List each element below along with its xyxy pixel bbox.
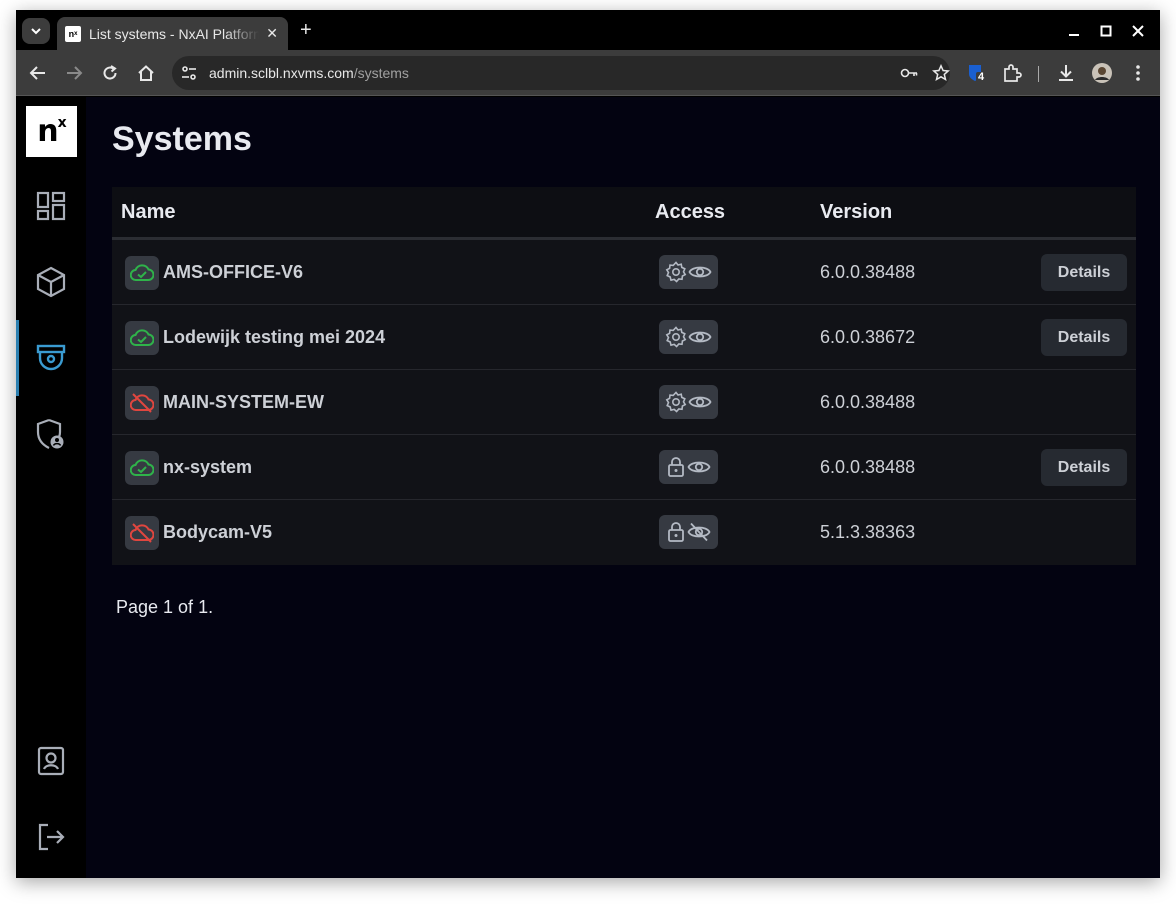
profile-avatar[interactable] <box>1091 62 1113 84</box>
system-version: 6.0.0.38488 <box>820 262 916 282</box>
details-button[interactable]: Details <box>1041 319 1127 356</box>
page-title: Systems <box>112 120 252 158</box>
logo-text: nx <box>37 114 67 149</box>
access-badge <box>659 515 718 549</box>
extension-shield-icon[interactable]: 4 <box>966 62 988 84</box>
home-icon[interactable] <box>134 61 158 85</box>
access-badge <box>659 255 718 289</box>
table-header: Name Access Version <box>112 187 1136 240</box>
table-row[interactable]: AMS-OFFICE-V6 6.0.0.38488 Details <box>112 240 1136 305</box>
sidebar-item-profile[interactable] <box>16 723 86 799</box>
cloud-offline-icon <box>125 386 159 420</box>
nx-logo[interactable]: nx <box>26 106 77 157</box>
tab-search-button[interactable] <box>22 18 50 44</box>
new-tab-button[interactable]: + <box>300 20 312 40</box>
key-icon[interactable] <box>900 64 918 82</box>
logo-sup: x <box>57 115 67 131</box>
url-text: admin.sclbl.nxvms.com/systems <box>209 65 409 81</box>
camera-icon <box>36 344 66 371</box>
url-path: /systems <box>353 65 409 81</box>
reload-icon[interactable] <box>98 61 122 85</box>
close-tab-icon[interactable]: ✕ <box>266 25 278 42</box>
back-icon[interactable] <box>26 61 50 85</box>
lock-icon <box>668 522 684 542</box>
app-content: nx Systems Name Access Version AMS-OFFIC… <box>16 97 1160 878</box>
toolbar-divider <box>1038 66 1039 82</box>
browser-menu-icon[interactable] <box>1127 62 1149 84</box>
chevron-down-icon <box>31 28 41 35</box>
url-host: admin.sclbl.nxvms.com <box>209 65 354 81</box>
maximize-icon[interactable] <box>1090 18 1122 44</box>
extensions-puzzle-icon[interactable] <box>1001 62 1023 84</box>
system-name[interactable]: nx-system <box>163 457 252 478</box>
logo-letter: n <box>37 114 58 149</box>
table-row[interactable]: Lodewijk testing mei 2024 6.0.0.38672 De… <box>112 305 1136 370</box>
cloud-online-icon <box>125 321 159 355</box>
table-row[interactable]: MAIN-SYSTEM-EW 6.0.0.38488 <box>112 370 1136 435</box>
eye-off-icon <box>687 522 711 542</box>
system-name[interactable]: Bodycam-V5 <box>163 522 272 543</box>
details-button[interactable]: Details <box>1041 254 1127 291</box>
tab-title: List systems - NxAI Platform <box>89 25 259 42</box>
star-icon[interactable] <box>932 64 950 82</box>
sidebar-item-dashboard[interactable] <box>16 168 86 244</box>
system-version: 5.1.3.38363 <box>820 522 916 542</box>
cube-icon <box>36 266 66 298</box>
tab-favicon: nˣ <box>65 25 81 42</box>
table-row[interactable]: Bodycam-V5 5.1.3.38363 <box>112 500 1136 565</box>
close-window-icon[interactable] <box>1122 18 1154 44</box>
sidebar-item-logout[interactable] <box>16 799 86 875</box>
gear-icon <box>665 391 687 413</box>
extension-badge: 4 <box>978 71 985 83</box>
system-version: 6.0.0.38488 <box>820 392 916 412</box>
details-button[interactable]: Details <box>1041 449 1127 486</box>
browser-window: nˣ List systems - NxAI Platform ✕ + admi… <box>16 10 1160 878</box>
logout-icon <box>38 823 65 851</box>
download-icon[interactable] <box>1055 62 1077 84</box>
cloud-online-icon <box>125 256 159 290</box>
system-name[interactable]: AMS-OFFICE-V6 <box>163 262 303 283</box>
column-header-name[interactable]: Name <box>121 201 175 224</box>
access-badge <box>659 385 718 419</box>
address-bar[interactable]: admin.sclbl.nxvms.com/systems <box>172 56 950 90</box>
gear-icon <box>665 326 687 348</box>
title-bar: nˣ List systems - NxAI Platform ✕ + <box>16 10 1160 50</box>
systems-table: Name Access Version AMS-OFFICE-V6 6.0.0.… <box>112 187 1136 565</box>
access-badge <box>659 320 718 354</box>
lock-icon <box>668 457 684 477</box>
system-version: 6.0.0.38488 <box>820 457 916 477</box>
site-info-icon[interactable] <box>180 64 198 82</box>
cloud-online-icon <box>125 451 159 485</box>
access-badge <box>659 450 718 484</box>
sidebar-item-models[interactable] <box>16 244 86 320</box>
table-row[interactable]: nx-system 6.0.0.38488 Details <box>112 435 1136 500</box>
dashboard-icon <box>36 191 66 221</box>
eye-icon <box>688 331 712 343</box>
sidebar-item-access[interactable] <box>16 396 86 472</box>
eye-icon <box>688 266 712 278</box>
shield-user-icon <box>36 418 64 449</box>
system-name[interactable]: Lodewijk testing mei 2024 <box>163 327 385 348</box>
column-header-version[interactable]: Version <box>820 201 892 224</box>
system-version: 6.0.0.38672 <box>820 327 916 347</box>
sidebar-item-systems[interactable] <box>16 320 86 396</box>
main-content: Systems Name Access Version AMS-OFFICE-V… <box>112 97 1136 878</box>
sidebar: nx <box>16 97 86 878</box>
forward-icon[interactable] <box>62 61 86 85</box>
gear-icon <box>665 261 687 283</box>
profile-icon <box>37 746 65 776</box>
cloud-offline-icon <box>125 516 159 550</box>
eye-icon <box>687 461 711 473</box>
minimize-icon[interactable] <box>1058 18 1090 44</box>
eye-icon <box>688 396 712 408</box>
system-name[interactable]: MAIN-SYSTEM-EW <box>163 392 324 413</box>
browser-tab[interactable]: nˣ List systems - NxAI Platform ✕ <box>57 17 288 50</box>
pagination-text: Page 1 of 1. <box>116 597 214 617</box>
column-header-access[interactable]: Access <box>655 201 725 224</box>
browser-toolbar: admin.sclbl.nxvms.com/systems 4 <box>16 50 1160 96</box>
